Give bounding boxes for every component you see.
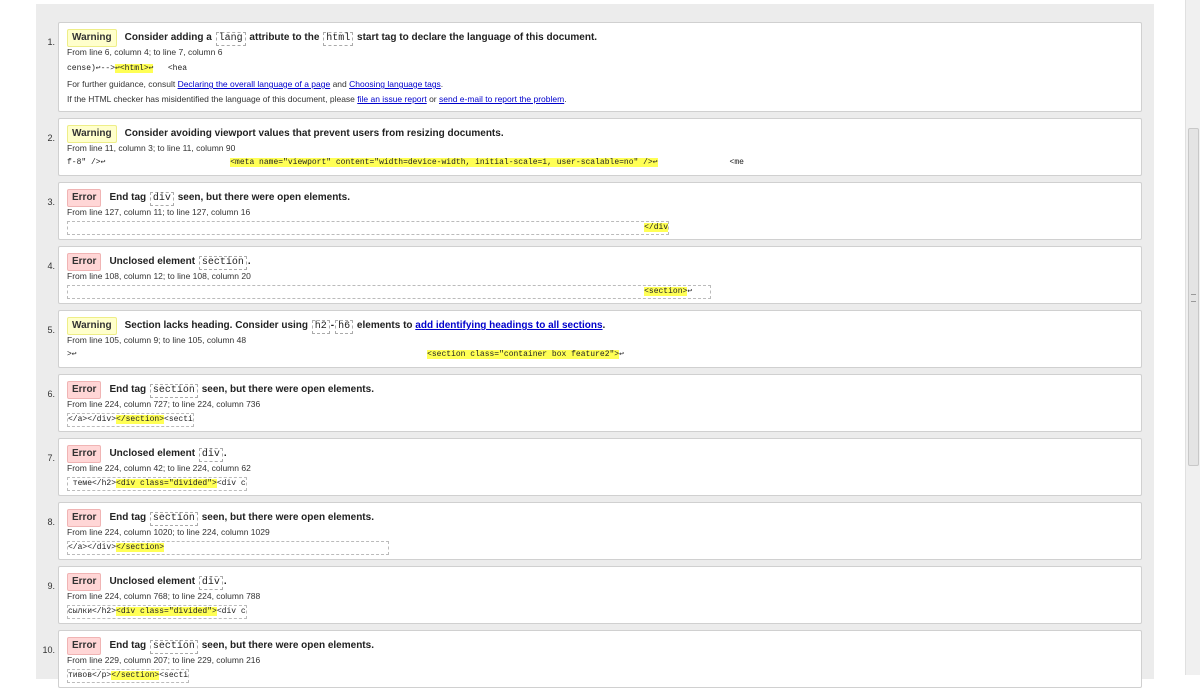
scrollbar-thumb[interactable] <box>1188 128 1199 466</box>
message-item: 4. Error Unclosed element section. From l… <box>36 246 1154 310</box>
location: From line 6, column 4; to line 7, column… <box>67 47 223 57</box>
message-item: 5. Warning Section lacks heading. Conside… <box>36 310 1154 374</box>
message-number: 8. <box>47 517 55 527</box>
message-box: Error End tag section seen, but there wer… <box>58 502 1142 560</box>
error-badge: Error <box>67 573 102 591</box>
code-section: section <box>149 384 198 398</box>
message-box: Error Unclosed element div. From line 224… <box>58 438 1142 496</box>
location: From line 224, column 1020; to line 224,… <box>67 527 270 537</box>
message-headline: Warning Section lacks heading. Consider u… <box>67 317 1133 335</box>
message-headline: Warning Consider avoiding viewport values… <box>67 125 1133 143</box>
message-headline: Error End tag section seen, but there wer… <box>67 381 1133 399</box>
warning-badge: Warning <box>67 317 117 335</box>
message-item: 7. Error Unclosed element div. From line … <box>36 438 1154 502</box>
code-h6: h6 <box>335 320 354 334</box>
message-headline: Warning Consider adding a lang attribute … <box>67 29 1133 47</box>
code-div: div <box>149 192 174 206</box>
error-badge: Error <box>67 189 102 207</box>
message-number: 5. <box>47 325 55 335</box>
guidance-text: For further guidance, consult Declaring … <box>67 79 444 89</box>
message-number: 2. <box>47 133 55 143</box>
error-badge: Error <box>67 381 102 399</box>
code-extract: </a></div></section><secti <box>67 413 194 427</box>
link-send-email[interactable]: send e-mail to report the problem <box>439 94 564 104</box>
message-headline: Error Unclosed element div. <box>67 573 1133 591</box>
code-extract: </a></div></section> <box>67 541 389 555</box>
location: From line 224, column 42; to line 224, c… <box>67 463 251 473</box>
message-box: Error End tag section seen, but there wer… <box>58 374 1142 432</box>
vertical-scrollbar[interactable] <box>1185 0 1200 675</box>
message-box: Error End tag section seen, but there wer… <box>58 630 1142 688</box>
message-item: 8. Error End tag section seen, but there … <box>36 502 1154 566</box>
code-html: html <box>323 32 354 46</box>
code-section: section <box>149 512 198 526</box>
message-item: 2. Warning Consider avoiding viewport val… <box>36 118 1154 182</box>
code-section: section <box>198 256 247 270</box>
message-headline: Error End tag section seen, but there wer… <box>67 637 1133 655</box>
link-choosing-language-tags[interactable]: Choosing language tags <box>349 79 441 89</box>
message-number: 6. <box>47 389 55 399</box>
link-add-headings[interactable]: add identifying headings to all sections <box>415 320 602 331</box>
grip-icon <box>1191 294 1196 302</box>
message-number: 9. <box>47 581 55 591</box>
code-h2: h2 <box>311 320 330 334</box>
message-item: 10. Error End tag section seen, but there… <box>36 630 1154 694</box>
message-list: 1. Warning Consider adding a lang attribu… <box>36 22 1154 694</box>
message-headline: Error Unclosed element div. <box>67 445 1133 463</box>
message-number: 3. <box>47 197 55 207</box>
code-extract: </div>↩ <box>67 221 669 235</box>
location: From line 108, column 12; to line 108, c… <box>67 271 251 281</box>
misidentified-text: If the HTML checker has misidentified th… <box>67 94 567 104</box>
code-extract: тивов</p></section><secti <box>67 669 190 683</box>
code-div: div <box>198 448 223 462</box>
error-badge: Error <box>67 637 102 655</box>
location: From line 127, column 11; to line 127, c… <box>67 207 251 217</box>
message-box: Warning Section lacks heading. Consider u… <box>58 310 1142 368</box>
location: From line 11, column 3; to line 11, colu… <box>67 143 236 153</box>
message-box: Error Unclosed element div. From line 224… <box>58 566 1142 624</box>
message-item: 1. Warning Consider adding a lang attribu… <box>36 22 1154 118</box>
message-number: 7. <box>47 453 55 463</box>
code-extract: теме</h2><div class="divided"><div c <box>67 477 247 491</box>
message-item: 9. Error Unclosed element div. From line … <box>36 566 1154 630</box>
location: From line 105, column 9; to line 105, co… <box>67 335 247 345</box>
message-item: 6. Error End tag section seen, but there … <box>36 374 1154 438</box>
code-lang: lang <box>215 32 246 46</box>
message-item: 3. Error End tag div seen, but there were… <box>36 182 1154 246</box>
error-badge: Error <box>67 509 102 527</box>
message-number: 10. <box>42 645 55 655</box>
message-box: Warning Consider adding a lang attribute … <box>58 22 1142 112</box>
warning-badge: Warning <box>67 125 117 143</box>
code-extract: >↩ <section class="container box feature… <box>67 349 624 361</box>
code-section: section <box>149 640 198 654</box>
error-badge: Error <box>67 445 102 463</box>
message-box: Error End tag div seen, but there were op… <box>58 182 1142 240</box>
message-headline: Error Unclosed element section. <box>67 253 1133 271</box>
code-div: div <box>198 576 223 590</box>
message-box: Warning Consider avoiding viewport values… <box>58 118 1142 176</box>
location: From line 224, column 727; to line 224, … <box>67 399 261 409</box>
code-extract: <section>↩ <box>67 285 711 299</box>
code-extract: f-8" />↩ <meta name="viewport" content="… <box>67 157 744 169</box>
code-extract: сылки</h2><div class="divided"><div c <box>67 605 247 619</box>
message-box: Error Unclosed element section. From line… <box>58 246 1142 304</box>
warning-badge: Warning <box>67 29 117 47</box>
location: From line 224, column 768; to line 224, … <box>67 591 261 601</box>
link-file-issue[interactable]: file an issue report <box>357 94 426 104</box>
message-number: 4. <box>47 261 55 271</box>
error-badge: Error <box>67 253 102 271</box>
link-declaring-language[interactable]: Declaring the overall language of a page <box>178 79 331 89</box>
validator-results-page: 1. Warning Consider adding a lang attribu… <box>36 4 1154 688</box>
location: From line 229, column 207; to line 229, … <box>67 655 261 665</box>
message-headline: Error End tag section seen, but there wer… <box>67 509 1133 527</box>
code-extract: cense)↩-->↩<html>↩ <hea <box>67 63 188 75</box>
message-number: 1. <box>47 37 55 47</box>
message-headline: Error End tag div seen, but there were op… <box>67 189 1133 207</box>
